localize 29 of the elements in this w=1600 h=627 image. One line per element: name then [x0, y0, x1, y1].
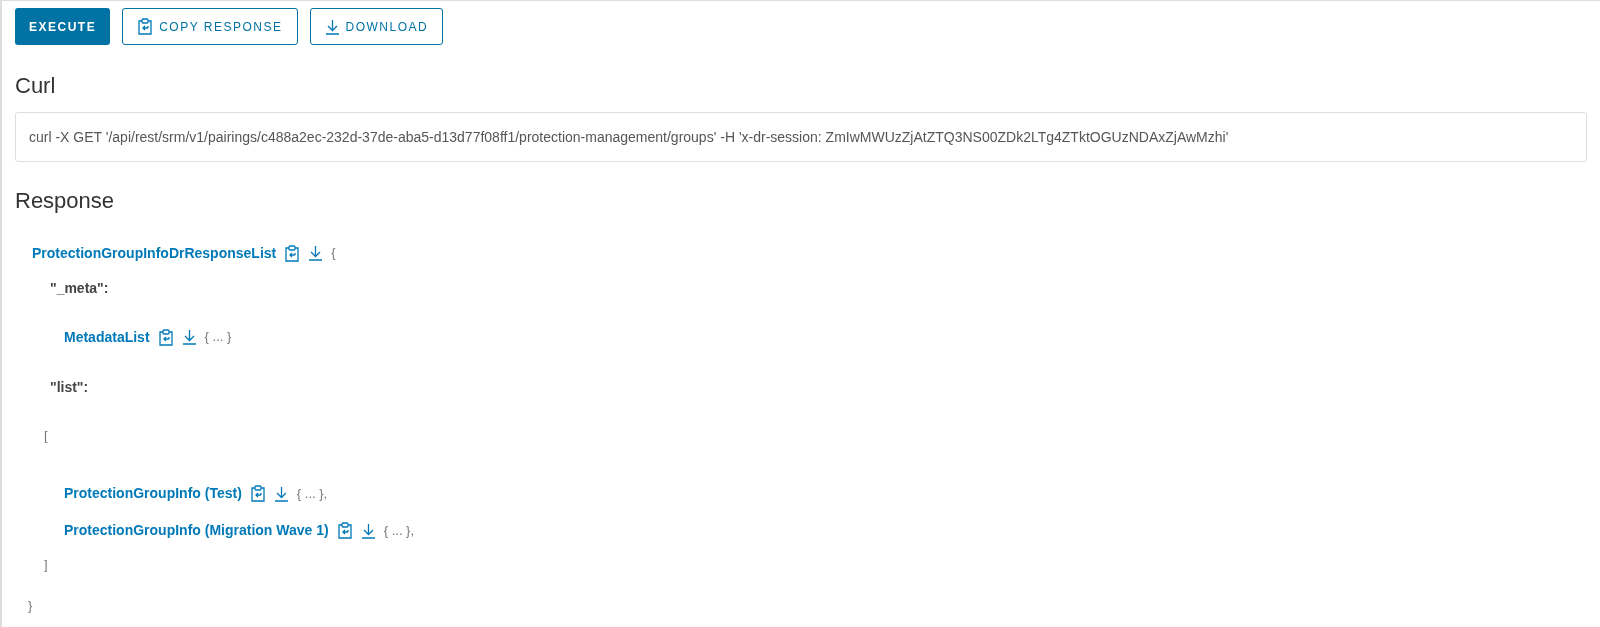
json-key: "_meta":	[50, 278, 109, 299]
section-heading: Response	[15, 187, 116, 215]
collapsed-object: { ... }	[204, 328, 232, 347]
bracket: [	[44, 427, 48, 445]
download-icon[interactable]	[360, 522, 376, 539]
execute-button[interactable]: EXECUTE	[15, 8, 111, 45]
clipboard-icon[interactable]	[249, 485, 266, 502]
copy-response-button[interactable]: COPY RESPONSE	[122, 8, 298, 45]
clipboard-icon[interactable]	[336, 522, 353, 539]
download-button[interactable]: DOWNLOAD	[309, 8, 444, 45]
download-icon[interactable]	[308, 245, 324, 261]
bracket: ]	[44, 555, 48, 574]
json-key: "list":	[50, 377, 89, 398]
curl-command: curl -X GET '/api/rest/srm/v1/pairings/c488a2ec-232d-37de-aba5-d13d77f08ff1/protection-management/groups' -H 'x-dr-session: ZmIwMWUzZjAtZTQ3NS00ZDk2LTg4ZTktOGUzNDAxZjAwMzhi'	[29, 127, 1229, 147]
section-heading: Curl	[15, 72, 57, 100]
model-link[interactable]: ProtectionGroupInfoDrResponseList	[32, 242, 277, 264]
brace: {	[331, 244, 336, 263]
clipboard-icon[interactable]	[157, 328, 174, 346]
clipboard-icon	[137, 18, 154, 35]
model-link[interactable]: ProtectionGroupInfo (Test)	[64, 483, 242, 504]
download-icon[interactable]	[181, 329, 197, 345]
model-link[interactable]: ProtectionGroupInfo (Migration Wave 1)	[64, 520, 329, 541]
clipboard-icon[interactable]	[284, 244, 301, 262]
brace: }	[28, 597, 33, 615]
model-link[interactable]: MetadataList	[64, 326, 150, 348]
download-icon[interactable]	[273, 485, 289, 502]
collapsed-object: { ... },	[383, 521, 415, 540]
download-icon	[324, 18, 340, 35]
collapsed-object: { ... },	[296, 484, 328, 503]
